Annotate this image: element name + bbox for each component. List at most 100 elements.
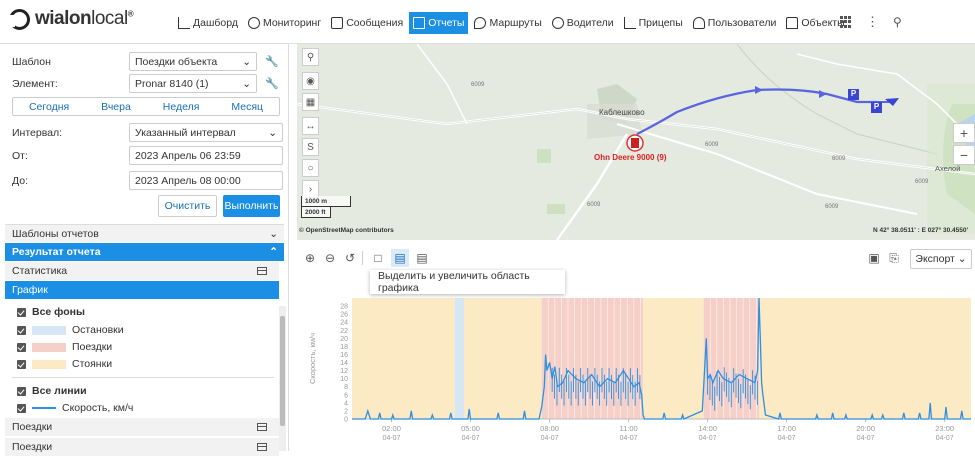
y-tick-label: 10 <box>340 376 348 383</box>
scale-metric: 1000 m <box>301 196 351 207</box>
print-icon[interactable]: ⎘ <box>885 249 903 267</box>
week-button[interactable]: Неделя <box>163 101 200 113</box>
card-view-icon[interactable]: ▣ <box>865 249 883 267</box>
map-coordinates: N 42° 38.0511' : E 027° 30.4550' <box>873 227 969 234</box>
y-tick-label: 14 <box>340 360 348 367</box>
clear-button[interactable]: Очистить <box>158 195 217 217</box>
reset-zoom-icon[interactable]: ↺ <box>341 249 359 267</box>
today-button[interactable]: Сегодня <box>29 101 69 113</box>
element-select[interactable]: Pronar 8140 (1) ⌄ <box>129 74 257 93</box>
report-result-header[interactable]: Результат отчета ⌃ <box>5 243 284 261</box>
search-icon[interactable]: ⚲ <box>302 48 319 66</box>
more-menu-icon[interactable]: ⋮ <box>866 14 879 30</box>
from-date-input[interactable]: 2023 Апрель 06 23:59 <box>129 146 283 165</box>
chevron-down-icon: ⌄ <box>242 77 251 90</box>
run-button[interactable]: Выполнить <box>223 195 280 217</box>
statistics-header[interactable]: Статистика <box>5 262 279 280</box>
toolbar-divider <box>362 251 363 265</box>
export-dropdown[interactable]: Экспорт ⌄ <box>910 249 972 269</box>
brand-trademark: ® <box>127 9 134 19</box>
nav-trailers[interactable]: Прицепы <box>620 12 687 34</box>
checkbox-icon[interactable] <box>17 325 26 335</box>
to-date-input[interactable]: 2023 Апрель 08 00:00 <box>129 171 283 190</box>
ruler-icon[interactable]: ↔ <box>302 117 319 135</box>
parking-marker-icon[interactable]: P <box>848 88 859 99</box>
x-tick-label: 05:00 <box>461 424 480 433</box>
all-lines-toggle[interactable]: Все линии <box>17 385 87 397</box>
yesterday-button[interactable]: Вчера <box>101 101 131 113</box>
checkbox-icon[interactable] <box>17 307 26 317</box>
zoom-out-button[interactable]: − <box>953 145 975 165</box>
select-zoom-area-icon[interactable]: □ <box>369 249 387 267</box>
parkings-swatch <box>32 359 66 369</box>
comment-icon[interactable]: ▤ <box>391 249 409 267</box>
parking-marker-icon[interactable]: P <box>871 101 882 112</box>
legend-stops[interactable]: Остановки <box>17 324 124 336</box>
nav-messages[interactable]: Сообщения <box>327 12 407 34</box>
x-tick-date: 04-07 <box>383 435 401 442</box>
nav-objects[interactable]: Объекты <box>782 12 848 34</box>
checkbox-icon[interactable] <box>17 342 26 352</box>
map-road-label-4: 6009 <box>915 179 929 185</box>
all-backgrounds-toggle[interactable]: Все фоны <box>17 306 85 318</box>
map-view[interactable]: Каблешково Ohn Deere 9000 (9) Ахелой 600… <box>297 44 975 240</box>
brand-name-light: local <box>91 8 128 29</box>
y-tick-label: 0 <box>344 417 348 424</box>
geofence-icon[interactable]: ○ <box>302 159 319 177</box>
chevron-down-icon: ⌄ <box>957 253 967 265</box>
y-tick-label: 24 <box>340 320 348 327</box>
trips-section-2[interactable]: Поездки <box>5 438 279 456</box>
interval-select[interactable]: Указанный интервал ⌄ <box>129 123 283 142</box>
checkbox-icon[interactable] <box>17 359 26 369</box>
x-tick-label: 08:00 <box>540 424 559 433</box>
nav-monitoring[interactable]: Мониторинг <box>244 12 325 34</box>
x-tick-label: 23:00 <box>935 424 954 433</box>
y-tick-label: 6 <box>344 392 348 399</box>
graph-header[interactable]: График <box>5 281 279 299</box>
background-band-parking <box>643 298 704 419</box>
background-band-parking <box>758 298 971 419</box>
nav-users[interactable]: Пользователи <box>689 12 781 34</box>
scrollbar-thumb[interactable] <box>280 316 285 426</box>
drivers-icon <box>551 17 564 29</box>
panel-scrollbar[interactable] <box>279 306 286 451</box>
trips-section-1[interactable]: Поездки <box>5 418 279 436</box>
zoom-in-icon[interactable]: ⊕ <box>301 249 319 267</box>
legend-trips[interactable]: Поездки <box>17 341 112 353</box>
wrench-icon[interactable]: 🔧 <box>265 77 279 90</box>
user-profile-icon[interactable]: ⚲ <box>893 15 902 29</box>
wialon-logo[interactable]: wialonlocal® <box>9 8 134 30</box>
report-templates-header[interactable]: Шаблоны отчетов ⌄ <box>5 224 284 242</box>
messages-icon <box>331 17 344 29</box>
x-tick-label: 02:00 <box>382 424 401 433</box>
x-tick-label: 20:00 <box>856 424 875 433</box>
map-unit-label[interactable]: Ohn Deere 9000 (9) <box>594 153 666 162</box>
y-axis-label: Скорость, км/ч <box>308 333 317 384</box>
legend-speed[interactable]: Скорость, км/ч <box>17 402 133 414</box>
zoom-in-button[interactable]: + <box>953 123 975 143</box>
map-layers-icon[interactable]: ▦ <box>302 93 319 111</box>
speed-chart[interactable]: 0 2 4 6 8 10 12 14 16 18 20 22 24 26 28 Скорость, км/ч 0… <box>297 276 975 451</box>
apps-grid-icon[interactable] <box>840 16 852 28</box>
map-road-label-5: 6009 <box>587 202 601 208</box>
x-tick-label: 11:00 <box>619 424 637 433</box>
template-select[interactable]: Поездки объекта ⌄ <box>129 52 257 71</box>
nav-dashboard[interactable]: Дашборд <box>174 12 242 34</box>
map-attribution[interactable]: © OpenStreetMap contributors <box>299 227 394 234</box>
report-panel: Шаблон Поездки объекта ⌄ 🔧 Элемент: Prona… <box>0 44 289 456</box>
nav-routes[interactable]: Маршруты <box>470 12 545 34</box>
route-icon[interactable]: S <box>302 138 319 156</box>
zoom-out-icon[interactable]: ⊖ <box>321 249 339 267</box>
nav-reports[interactable]: Отчеты <box>409 12 469 34</box>
checkbox-icon[interactable] <box>17 403 26 413</box>
nav-drivers[interactable]: Водители <box>548 12 618 34</box>
legend-parkings[interactable]: Стоянки <box>17 358 112 370</box>
month-button[interactable]: Месяц <box>231 101 263 113</box>
checkbox-icon[interactable] <box>17 386 26 396</box>
wrench-icon[interactable]: 🔧 <box>265 55 279 68</box>
routes-icon <box>474 17 487 29</box>
ruler-icon[interactable]: ▤ <box>413 249 431 267</box>
eye-icon[interactable]: ◉ <box>302 72 319 90</box>
table-icon <box>257 267 267 275</box>
legend-divider <box>12 377 274 378</box>
